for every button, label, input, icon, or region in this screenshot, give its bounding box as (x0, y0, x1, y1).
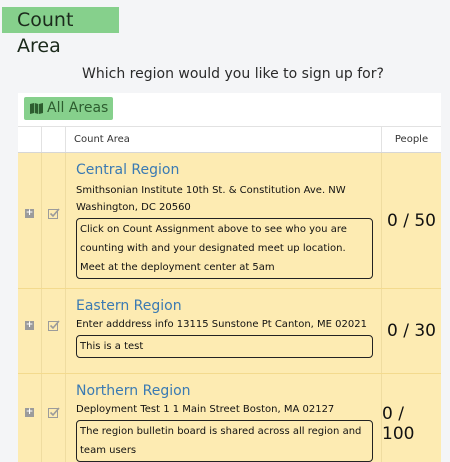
table-row: + Northern Region Deployment Test 1 1 Ma… (18, 374, 441, 462)
expand-column-header (18, 127, 42, 152)
expand-plus-icon[interactable]: + (25, 321, 34, 330)
expand-cell: + (18, 289, 42, 373)
region-bulletin: This is a test (76, 335, 373, 358)
all-areas-button[interactable]: All Areas (24, 97, 113, 120)
region-address-line: Enter adddress info 13115 Sunstone Pt Ca… (76, 319, 367, 330)
all-areas-label: All Areas (47, 100, 109, 116)
select-column-header (42, 127, 66, 152)
people-count: 0 / 30 (387, 321, 436, 341)
region-cell: Central Region Smithsonian Institute 10t… (66, 153, 382, 288)
expand-plus-icon[interactable]: + (25, 209, 34, 218)
select-cell (42, 374, 66, 462)
region-address-line: Deployment Test 1 1 Main Street Boston, … (76, 404, 335, 415)
signup-question: Which region would you like to sign up f… (82, 66, 384, 82)
checkbox-check-icon[interactable] (48, 320, 60, 332)
expand-cell: + (18, 374, 42, 462)
people-count: 0 / 50 (387, 210, 436, 231)
expand-cell: + (18, 153, 42, 288)
map-icon (30, 103, 43, 114)
checkbox-check-icon[interactable] (48, 407, 60, 419)
people-count: 0 / 100 (382, 404, 415, 444)
count-area-panel: All Areas Count Area People + Central Re… (18, 93, 441, 462)
region-cell: Eastern Region Enter adddress info 13115… (66, 289, 382, 373)
expand-plus-icon[interactable]: + (25, 408, 34, 417)
region-name-link[interactable]: Eastern Region (76, 298, 381, 314)
select-cell (42, 153, 66, 288)
count-area-header: Count Area (66, 127, 382, 152)
page-title: Count Area (2, 7, 119, 57)
region-bulletin: Click on Count Assignment above to see w… (76, 218, 373, 279)
region-bulletin: The region bulletin board is shared acro… (76, 420, 373, 462)
region-name-link[interactable]: Central Region (76, 162, 381, 178)
checkbox-check-icon[interactable] (48, 208, 60, 220)
people-header: People (394, 134, 429, 145)
table-row: + Central Region Smithsonian Institute 1… (18, 153, 441, 289)
region-name-link[interactable]: Northern Region (76, 383, 381, 399)
toolbar: All Areas (18, 93, 441, 126)
region-address-line: Washington, DC 20560 (76, 202, 191, 213)
table-row: + Eastern Region Enter adddress info 131… (18, 289, 441, 374)
region-cell: Northern Region Deployment Test 1 1 Main… (66, 374, 382, 462)
region-address-line: Smithsonian Institute 10th St. & Constit… (76, 185, 346, 196)
select-cell (42, 289, 66, 373)
table-header: Count Area People (18, 126, 441, 153)
